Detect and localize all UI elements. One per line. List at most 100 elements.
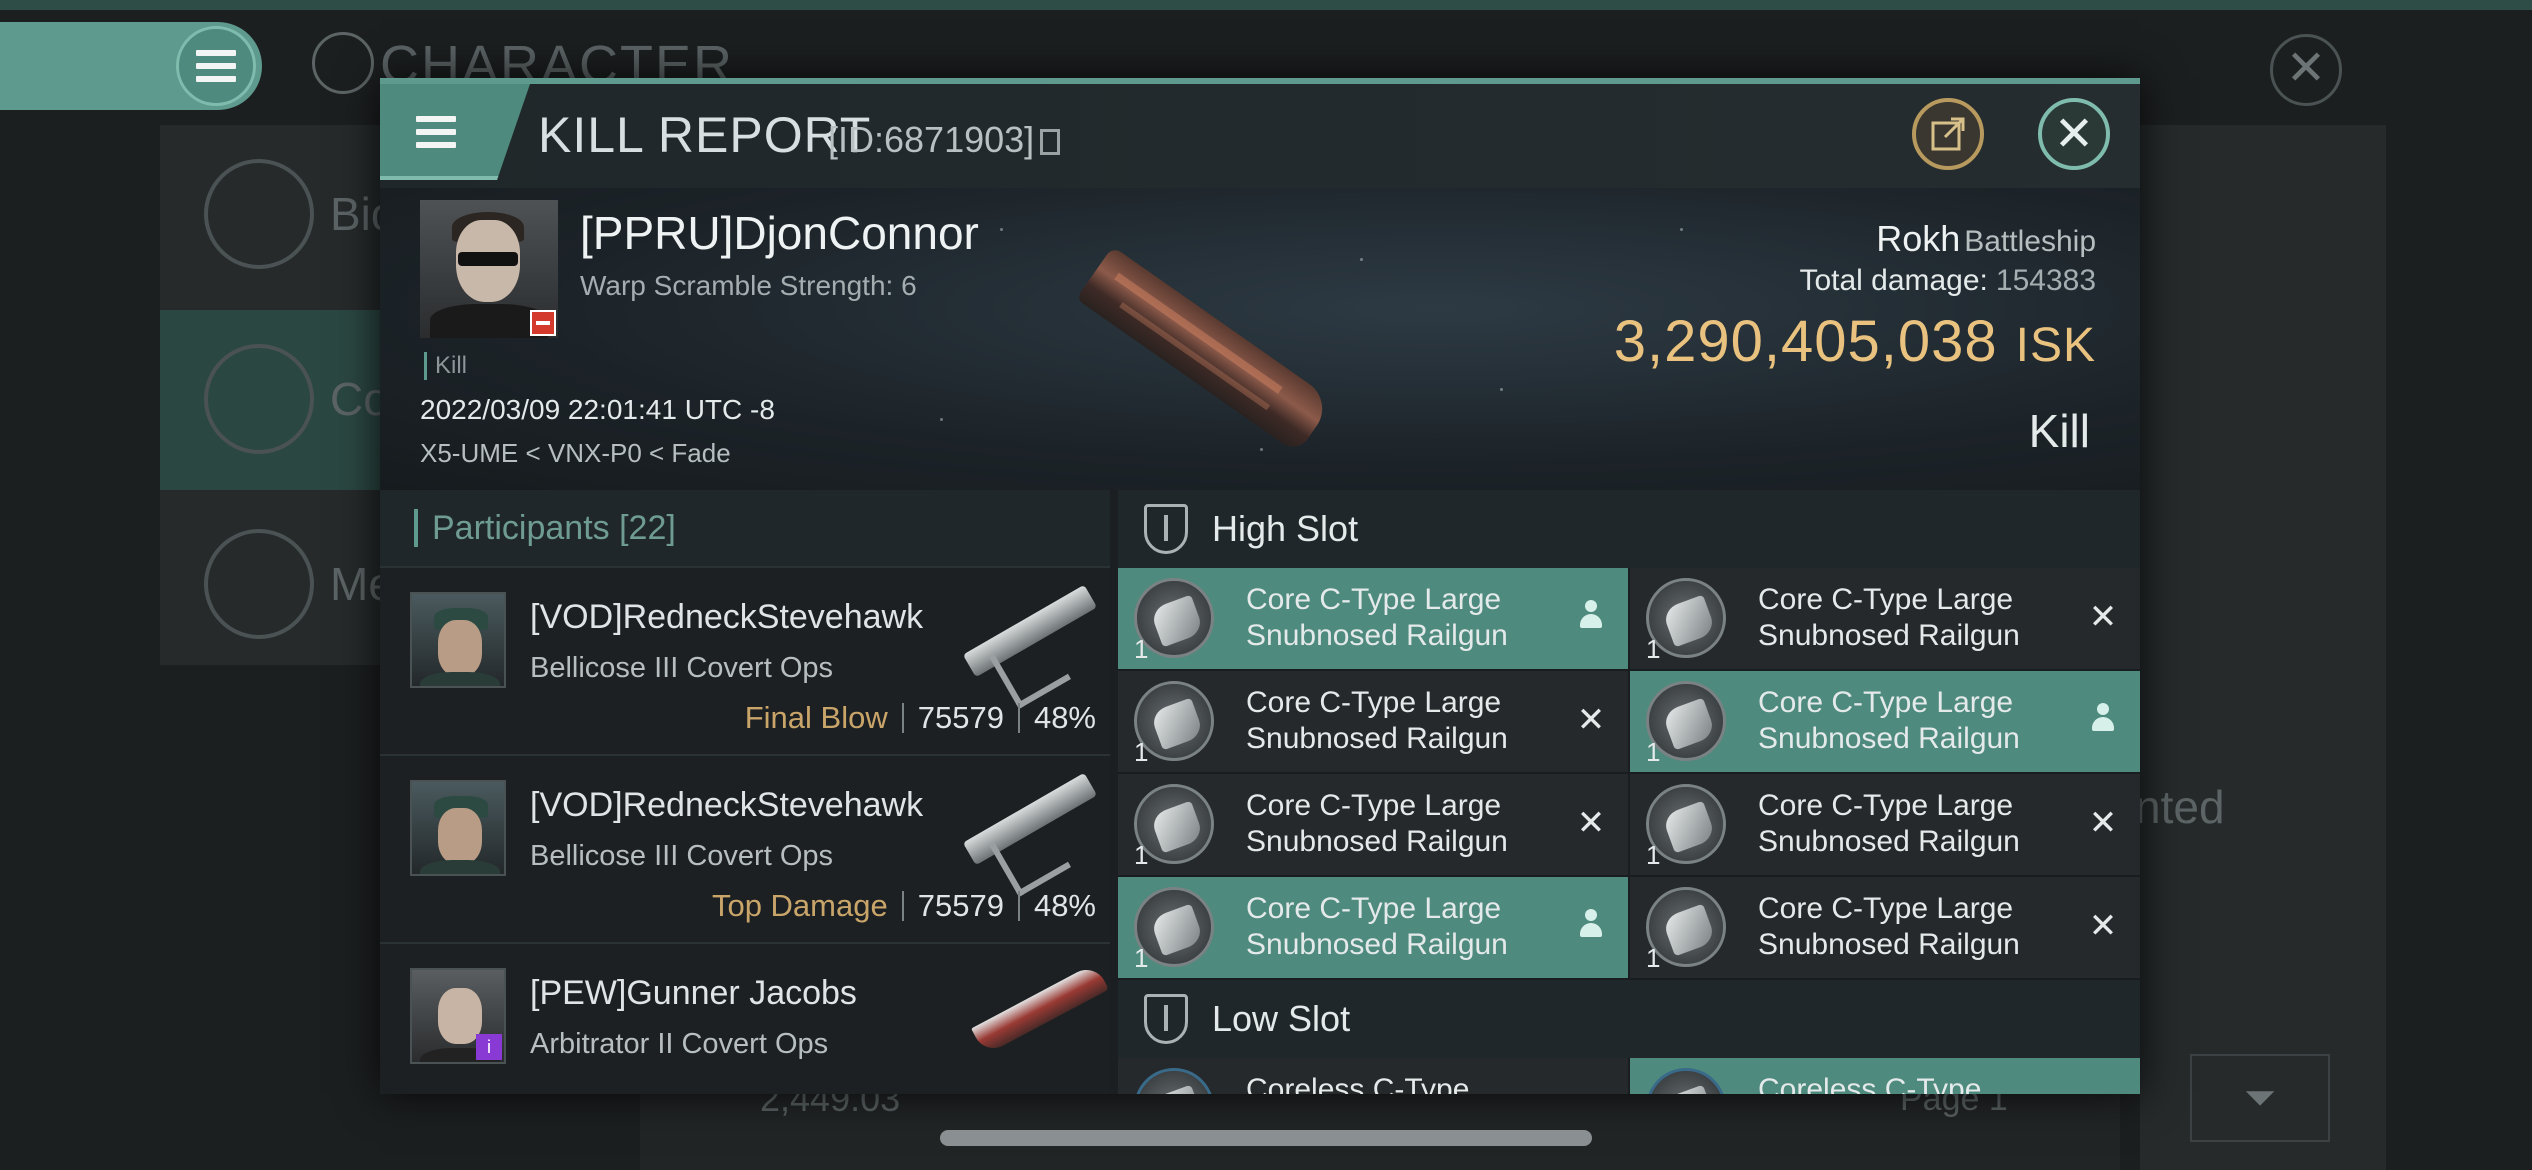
low-slot-header: Low Slot	[1118, 980, 2140, 1058]
x-icon: ✕	[2088, 598, 2118, 636]
participants-panel: Participants [22] [VOD]RedneckStevehawk …	[380, 490, 1110, 1094]
victim-portrait[interactable]	[420, 200, 558, 338]
total-damage-value: 154383	[1995, 264, 2096, 297]
background-partial-text: nted	[2135, 781, 2225, 833]
module-name: Core C-Type Large Snubnosed Railgun	[1246, 583, 1508, 652]
high-slot-header: High Slot	[1118, 490, 2140, 568]
module-slot[interactable]: Coreless C-Type	[1630, 1058, 2140, 1094]
participant-stats: Final Blow 75579 48%	[745, 700, 1096, 736]
module-name: Core C-Type Large Snubnosed Railgun	[1246, 892, 1508, 961]
high-slot-label: High Slot	[1212, 508, 1359, 549]
module-quantity: 1	[1646, 737, 1661, 767]
x-icon: ✕	[2088, 907, 2118, 945]
victim-banner: [PPRU]DjonConnor Warp Scramble Strength:…	[380, 188, 2140, 490]
main-menu-button[interactable]	[0, 22, 262, 110]
participant-name: [VOD]RedneckStevehawk	[530, 598, 924, 636]
ship-name[interactable]: Rokh	[1876, 218, 1960, 259]
kill-datetime: 2022/03/09 22:01:41 UTC -8	[420, 394, 775, 425]
x-icon: ✕	[1576, 804, 1606, 842]
module-quantity: 1	[1134, 737, 1149, 767]
participant-ship-image[interactable]	[960, 766, 1098, 897]
isk-amount: 3,290,405,038	[1613, 309, 1998, 374]
report-type: Kill	[2028, 405, 2090, 457]
module-slot[interactable]: 1 Core C-Type Large Snubnosed Railgun ✕	[1630, 774, 2140, 875]
high-slot-grid: 1 Core C-Type Large Snubnosed Railgun 1 C…	[1118, 568, 2140, 978]
filter-icon: ⏷	[2244, 1076, 2276, 1120]
module-slot[interactable]: 1 Core C-Type Large Snubnosed Railgun	[1630, 671, 2140, 772]
module-name: Core C-Type Large Snubnosed Railgun	[1246, 686, 1508, 755]
participant-ship: Bellicose III Covert Ops	[530, 652, 833, 684]
x-icon: ✕	[2088, 804, 2118, 842]
total-damage: Total damage: 154383	[1799, 264, 2096, 298]
participants-header: Participants [22]	[380, 490, 1110, 568]
participant-ship-image[interactable]	[960, 954, 1109, 1064]
module-quantity: 1	[1134, 634, 1149, 664]
module-icon	[1646, 1068, 1726, 1094]
background-close-button[interactable]: ✕	[2270, 34, 2342, 106]
participant-stats: Top Damage 75579 48%	[712, 888, 1096, 924]
sidebar-item-combat[interactable]: Co	[160, 310, 400, 490]
low-slot-label: Low Slot	[1212, 998, 1351, 1039]
background-right-panel	[2140, 125, 2386, 1170]
kill-report-id-text: [ID:6871903]	[828, 119, 1035, 160]
participant-ship-image[interactable]	[960, 578, 1098, 709]
isk-value: 3,290,405,038 ISK	[1614, 308, 2096, 375]
module-slot[interactable]: 1 Core C-Type Large Snubnosed Railgun ✕	[1630, 568, 2140, 669]
person-icon	[1574, 600, 1608, 634]
copy-icon[interactable]	[1040, 129, 1061, 155]
share-button[interactable]	[1912, 98, 1984, 170]
participant-row[interactable]: [VOD]RedneckStevehawk Bellicose III Cove…	[380, 568, 1110, 756]
participant-row[interactable]: i [PEW]Gunner Jacobs Arbitrator II Cover…	[380, 944, 1110, 1094]
module-name: Core C-Type Large Snubnosed Railgun	[1758, 686, 2020, 755]
module-name: Coreless C-Type	[1246, 1073, 1470, 1094]
module-quantity: 1	[1134, 943, 1149, 973]
module-slot[interactable]: Coreless C-Type	[1118, 1058, 1628, 1094]
participant-portrait[interactable]: i	[410, 968, 506, 1064]
person-icon	[1574, 909, 1608, 943]
kill-report-window: KILL REPORT [ID:6871903] ✕ [PPRU]DjonCon…	[380, 78, 2140, 1094]
participant-portrait[interactable]	[410, 592, 506, 688]
participant-row[interactable]: [VOD]RedneckStevehawk Bellicose III Cove…	[380, 756, 1110, 944]
x-icon: ✕	[1576, 701, 1606, 739]
participant-role: Final Blow	[744, 700, 888, 735]
module-slot[interactable]: 1 Core C-Type Large Snubnosed Railgun ✕	[1630, 877, 2140, 978]
swords-icon	[204, 344, 314, 454]
sidebar-item-medals[interactable]: Me	[160, 495, 400, 675]
kill-report-title: KILL REPORT	[538, 107, 872, 163]
top-status-bar	[0, 0, 2532, 10]
total-damage-label: Total damage:	[1799, 264, 1988, 297]
participant-ship: Bellicose III Covert Ops	[530, 840, 833, 872]
kill-tag: Kill	[424, 352, 467, 380]
low-slot-icon	[1144, 994, 1188, 1044]
module-slot[interactable]: 1 Core C-Type Large Snubnosed Railgun ✕	[1118, 774, 1628, 875]
filter-button[interactable]: ⏷	[2190, 1054, 2330, 1142]
participants-label: Participants	[432, 508, 610, 547]
participant-percent: 48%	[1033, 888, 1096, 923]
participant-damage: 75579	[917, 888, 1004, 923]
external-link-icon	[1931, 117, 1965, 151]
close-button[interactable]: ✕	[2038, 98, 2110, 170]
victim-ship-image[interactable]	[1076, 246, 1334, 454]
kill-report-id: [ID:6871903]	[828, 119, 1061, 161]
hamburger-icon	[176, 26, 256, 106]
home-indicator[interactable]	[940, 1130, 1592, 1146]
bio-icon	[204, 159, 314, 269]
participant-name: [PEW]Gunner Jacobs	[530, 974, 857, 1012]
module-slot[interactable]: 1 Core C-Type Large Snubnosed Railgun	[1118, 877, 1628, 978]
kill-location[interactable]: X5-UME < VNX-P0 < Fade	[420, 438, 731, 469]
isk-unit: ISK	[2015, 319, 2096, 372]
participants-count: [22]	[619, 508, 676, 547]
participant-percent: 48%	[1033, 700, 1096, 735]
participant-portrait[interactable]	[410, 780, 506, 876]
info-icon: i	[476, 1034, 502, 1060]
ship-class: Battleship	[1964, 225, 2096, 258]
sidebar-item-bio[interactable]: Bio	[160, 125, 400, 305]
victim-subtitle: Warp Scramble Strength: 6	[580, 270, 917, 301]
module-slot[interactable]: 1 Core C-Type Large Snubnosed Railgun ✕	[1118, 671, 1628, 772]
module-quantity: 1	[1134, 840, 1149, 870]
participant-role: Top Damage	[711, 888, 888, 923]
hamburger-icon	[416, 116, 456, 148]
kill-report-menu-button[interactable]	[380, 84, 530, 180]
victim-name[interactable]: [PPRU]DjonConnor	[580, 206, 979, 260]
module-slot[interactable]: 1 Core C-Type Large Snubnosed Railgun	[1118, 568, 1628, 669]
